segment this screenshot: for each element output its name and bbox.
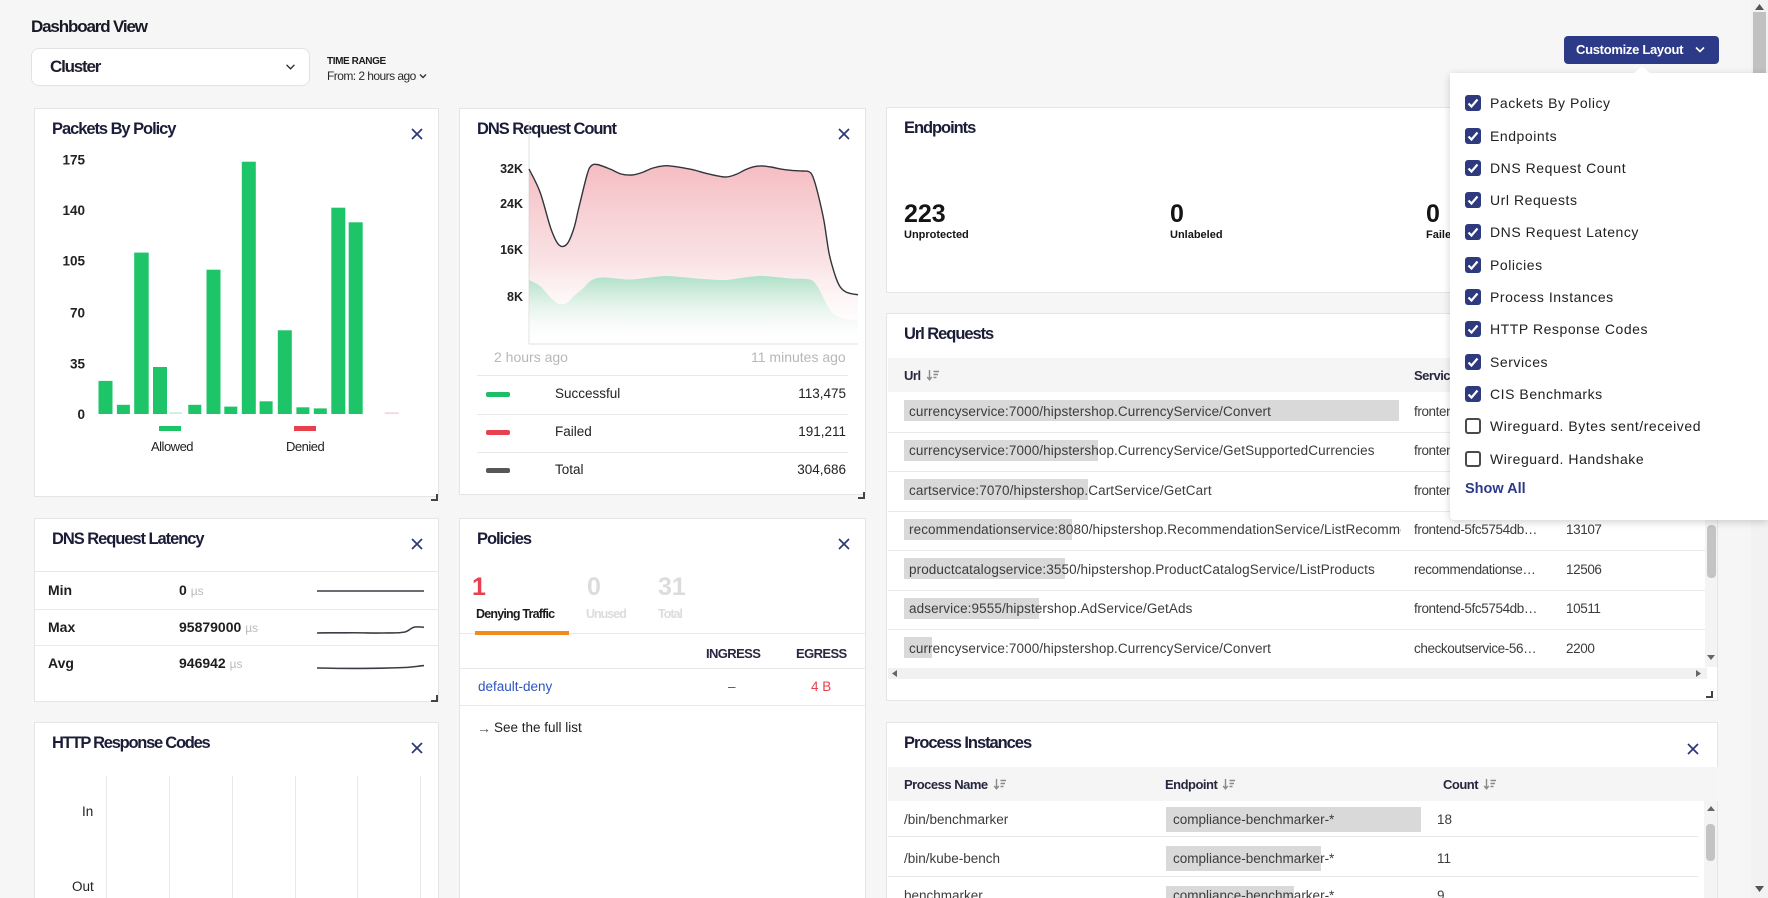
svg-text:70: 70 [70,306,85,321]
svg-text:0: 0 [77,407,85,422]
svg-text:32K: 32K [500,162,523,176]
svg-text:16K: 16K [500,243,523,257]
svg-text:35: 35 [70,357,86,372]
svg-text:175: 175 [62,153,85,168]
svg-text:24K: 24K [500,197,523,211]
svg-text:140: 140 [62,203,85,218]
svg-text:8K: 8K [507,290,523,304]
svg-text:105: 105 [62,254,85,269]
